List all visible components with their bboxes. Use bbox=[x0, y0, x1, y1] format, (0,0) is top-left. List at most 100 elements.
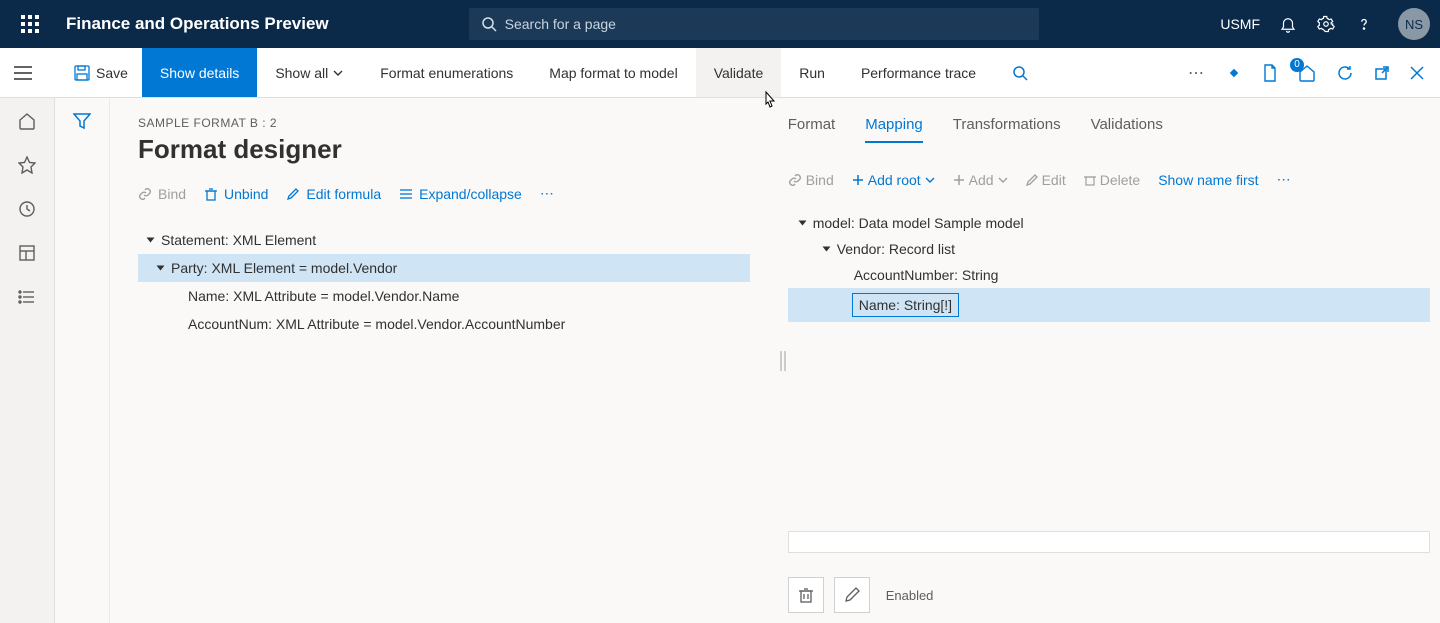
pane-splitter[interactable] bbox=[778, 98, 788, 623]
format-tree-pane: SAMPLE FORMAT B : 2 Format designer Bind… bbox=[110, 98, 778, 623]
tree-node-label: Party: XML Element = model.Vendor bbox=[171, 260, 397, 276]
favorites-nav[interactable] bbox=[18, 156, 36, 174]
tree-node-label: Statement: XML Element bbox=[161, 232, 316, 248]
left-toolbar: Bind Unbind Edit formula Expand/collapse… bbox=[138, 185, 750, 202]
right-overflow-button[interactable]: ⋯ bbox=[1277, 171, 1293, 188]
close-icon bbox=[1410, 66, 1424, 80]
command-bar-right: ⋯ 0 bbox=[1188, 63, 1440, 83]
edit-button[interactable]: Edit bbox=[1026, 172, 1066, 188]
clock-icon bbox=[18, 200, 36, 218]
bind-label: Bind bbox=[158, 186, 186, 202]
format-tree: Statement: XML Element Party: XML Elemen… bbox=[138, 226, 750, 338]
messages-button[interactable]: 0 bbox=[1298, 64, 1316, 82]
add-root-button[interactable]: Add root bbox=[852, 172, 935, 188]
home-nav[interactable] bbox=[18, 112, 36, 130]
options-button[interactable] bbox=[1226, 65, 1242, 81]
tree-node-account[interactable]: AccountNum: XML Attribute = model.Vendor… bbox=[138, 310, 750, 338]
tree-node-vendor[interactable]: Vendor: Record list bbox=[788, 236, 1430, 262]
home-icon bbox=[18, 112, 36, 130]
add-root-label: Add root bbox=[868, 172, 921, 188]
app-launcher-button[interactable] bbox=[10, 0, 50, 48]
filter-column bbox=[55, 98, 110, 623]
bind-button[interactable]: Bind bbox=[138, 186, 186, 202]
delete-button[interactable]: Delete bbox=[1084, 172, 1140, 188]
notifications-button[interactable] bbox=[1278, 14, 1298, 34]
tab-transformations[interactable]: Transformations bbox=[953, 116, 1061, 143]
bind-button-right[interactable]: Bind bbox=[788, 172, 834, 188]
attach-button[interactable] bbox=[1262, 64, 1278, 82]
waffle-icon bbox=[21, 15, 39, 33]
page-icon bbox=[1262, 64, 1278, 82]
show-details-button[interactable]: Show details bbox=[142, 48, 257, 97]
tab-validations[interactable]: Validations bbox=[1091, 116, 1163, 143]
unbind-label: Unbind bbox=[224, 186, 268, 202]
edit-formula-button[interactable]: Edit formula bbox=[286, 186, 381, 202]
tree-node-label: AccountNumber: String bbox=[854, 267, 999, 283]
diamond-icon bbox=[1226, 65, 1242, 81]
pencil-icon bbox=[286, 187, 300, 201]
caret-icon bbox=[798, 221, 806, 226]
bind-label: Bind bbox=[806, 172, 834, 188]
workspaces-nav[interactable] bbox=[18, 244, 36, 262]
save-button[interactable]: Save bbox=[60, 48, 142, 97]
tree-node-name-string[interactable]: Name: String[!] bbox=[788, 288, 1430, 322]
delete-icon-button[interactable] bbox=[788, 577, 824, 613]
show-name-first-button[interactable]: Show name first bbox=[1158, 172, 1258, 188]
trash-icon bbox=[204, 187, 218, 201]
add-button[interactable]: Add bbox=[953, 172, 1008, 188]
edit-icon-button[interactable] bbox=[834, 577, 870, 613]
link-icon bbox=[788, 173, 802, 187]
breadcrumb: SAMPLE FORMAT B : 2 bbox=[138, 116, 750, 130]
popout-button[interactable] bbox=[1374, 65, 1390, 81]
tab-mapping[interactable]: Mapping bbox=[865, 116, 923, 143]
pencil-icon bbox=[844, 587, 860, 603]
format-enumerations-button[interactable]: Format enumerations bbox=[362, 48, 531, 97]
chevron-down-icon bbox=[925, 175, 935, 185]
map-format-button[interactable]: Map format to model bbox=[531, 48, 695, 97]
show-all-button[interactable]: Show all bbox=[257, 48, 362, 97]
filter-button[interactable] bbox=[73, 112, 91, 623]
tree-node-model[interactable]: model: Data model Sample model bbox=[788, 210, 1430, 236]
bottom-detail-area: Enabled bbox=[788, 531, 1430, 613]
nav-toggle-button[interactable] bbox=[14, 66, 32, 80]
tab-format[interactable]: Format bbox=[788, 116, 836, 143]
performance-trace-button[interactable]: Performance trace bbox=[843, 48, 994, 97]
user-avatar[interactable]: NS bbox=[1398, 8, 1430, 40]
hamburger-icon bbox=[14, 66, 32, 80]
tree-node-party[interactable]: Party: XML Element = model.Vendor bbox=[138, 254, 750, 282]
plus-icon bbox=[852, 174, 864, 186]
app-title: Finance and Operations Preview bbox=[66, 14, 329, 34]
path-input[interactable] bbox=[788, 531, 1430, 553]
tree-node-name[interactable]: Name: XML Attribute = model.Vendor.Name bbox=[138, 282, 750, 310]
search-input[interactable] bbox=[505, 16, 1027, 32]
expand-collapse-button[interactable]: Expand/collapse bbox=[399, 186, 522, 202]
find-button[interactable] bbox=[1012, 65, 1028, 81]
help-button[interactable] bbox=[1354, 14, 1374, 34]
popout-icon bbox=[1374, 65, 1390, 81]
tree-node-label: model: Data model Sample model bbox=[813, 215, 1024, 231]
overflow-button[interactable]: ⋯ bbox=[1188, 63, 1206, 83]
company-picker[interactable]: USMF bbox=[1220, 16, 1260, 32]
add-label: Add bbox=[969, 172, 994, 188]
search-icon bbox=[481, 16, 497, 32]
left-overflow-button[interactable]: ⋯ bbox=[540, 185, 556, 202]
run-button[interactable]: Run bbox=[781, 48, 843, 97]
top-nav-bar: Finance and Operations Preview USMF NS bbox=[0, 0, 1440, 48]
refresh-button[interactable] bbox=[1336, 64, 1354, 82]
star-icon bbox=[18, 156, 36, 174]
validate-button[interactable]: Validate bbox=[696, 48, 782, 97]
enabled-label: Enabled bbox=[886, 588, 934, 603]
modules-nav[interactable] bbox=[18, 288, 36, 306]
tree-node-label: Name: XML Attribute = model.Vendor.Name bbox=[188, 288, 459, 304]
search-box[interactable] bbox=[469, 8, 1039, 40]
tree-node-account-number[interactable]: AccountNumber: String bbox=[788, 262, 1430, 288]
chevron-down-icon bbox=[998, 175, 1008, 185]
avatar-initials: NS bbox=[1405, 17, 1423, 32]
caret-icon bbox=[822, 247, 830, 252]
recent-nav[interactable] bbox=[18, 200, 36, 218]
page-title: Format designer bbox=[138, 134, 750, 165]
close-button[interactable] bbox=[1410, 66, 1424, 80]
tree-node-statement[interactable]: Statement: XML Element bbox=[138, 226, 750, 254]
settings-button[interactable] bbox=[1316, 14, 1336, 34]
unbind-button[interactable]: Unbind bbox=[204, 186, 268, 202]
